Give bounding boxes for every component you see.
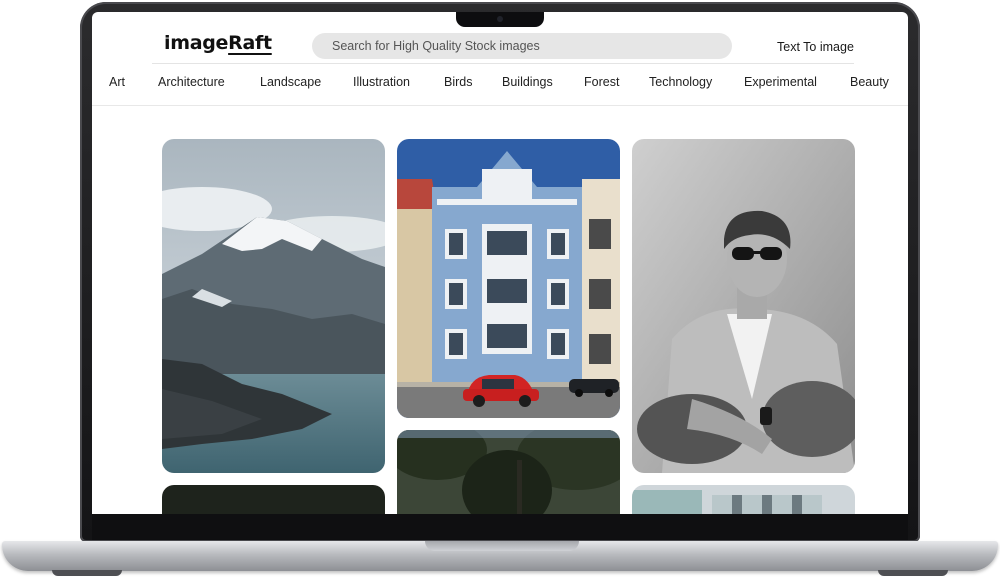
search-input[interactable]: [312, 33, 732, 59]
nav-divider: [92, 105, 908, 106]
gallery-image-trees[interactable]: [397, 430, 620, 514]
category-architecture[interactable]: Architecture: [158, 75, 225, 89]
gallery-image-portrait[interactable]: [632, 139, 855, 473]
laptop-bezel: [92, 514, 908, 540]
gallery-image-mountain-lake[interactable]: [162, 139, 385, 473]
laptop-screen: imageRaft Text To image Art Architecture…: [92, 12, 908, 514]
category-beauty[interactable]: Beauty: [850, 75, 889, 89]
laptop-foot-left: [52, 570, 122, 576]
camera-notch: [456, 12, 544, 27]
category-birds[interactable]: Birds: [444, 75, 472, 89]
logo-prefix: image: [164, 32, 229, 54]
category-landscape[interactable]: Landscape: [260, 75, 321, 89]
laptop-foot-right: [878, 570, 948, 576]
camera-icon: [497, 16, 503, 22]
logo-suffix: Raft: [228, 32, 272, 54]
category-buildings[interactable]: Buildings: [502, 75, 553, 89]
header-divider: [152, 63, 854, 64]
category-technology[interactable]: Technology: [649, 75, 712, 89]
category-illustration[interactable]: Illustration: [353, 75, 410, 89]
category-art[interactable]: Art: [109, 75, 125, 89]
gallery-image-blue-building[interactable]: [397, 139, 620, 418]
gallery-image-glass-building[interactable]: [632, 485, 855, 514]
lid-opening-scoop: [425, 541, 579, 551]
gallery-image-dark-forest[interactable]: [162, 485, 385, 514]
laptop-base: [2, 541, 998, 571]
imageraft-logo[interactable]: imageRaft: [164, 32, 272, 54]
category-forest[interactable]: Forest: [584, 75, 619, 89]
category-experimental[interactable]: Experimental: [744, 75, 817, 89]
text-to-image-link[interactable]: Text To image: [777, 40, 854, 54]
category-nav: Art Architecture Landscape Illustration …: [92, 75, 908, 95]
